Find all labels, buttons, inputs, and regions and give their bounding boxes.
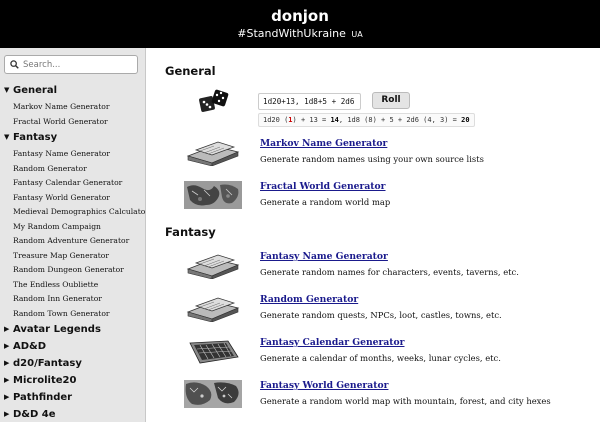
entry-fractal-world-generator: Fractal World Generator Generate a rando…: [146, 179, 600, 211]
collapsed-triangle-icon: ▶: [4, 342, 10, 350]
collapsed-triangle-icon: ▶: [4, 376, 10, 384]
roll-total-1: 14: [330, 116, 339, 124]
search-input[interactable]: [23, 57, 133, 72]
roll-result: 1d20 (1) + 13 = 14, 1d8 (8) + 5 + 2d6 (4…: [258, 113, 475, 127]
world-map-thumbnail[interactable]: [184, 181, 242, 209]
entry-markov-name-generator: Markov Name Generator Generate random na…: [146, 136, 600, 168]
sidebar-item-fantasy-name-generator[interactable]: Fantasy Name Generator: [0, 147, 145, 162]
nav-group-d20-fantasy[interactable]: ▶ d20/Fantasy: [0, 355, 145, 372]
collapsed-triangle-icon: ▶: [4, 393, 10, 401]
nav-group-general[interactable]: ▼ General: [0, 82, 145, 99]
sidebar-item-my-random-campaign[interactable]: My Random Campaign: [0, 220, 145, 235]
random-generator-description: Generate random quests, NPCs, loot, cast…: [260, 310, 502, 320]
dice-icon: [199, 89, 229, 112]
markov-name-generator-link[interactable]: Markov Name Generator: [260, 138, 387, 149]
nav-group-pathfinder[interactable]: ▶ Pathfinder: [0, 389, 145, 406]
entry-fantasy-name-generator: Fantasy Name Generator Generate random n…: [146, 249, 600, 281]
tagline-suffix: UA: [351, 30, 363, 39]
dice-expression-input[interactable]: [258, 93, 361, 110]
book-stack-thumbnail[interactable]: [184, 138, 242, 166]
fantasy-name-generator-description: Generate random names for characters, ev…: [260, 267, 519, 277]
sidebar-item-random-inn-generator[interactable]: Random Inn Generator: [0, 292, 145, 307]
world-map-thumbnail[interactable]: [184, 380, 242, 408]
sidebar-item-random-generator[interactable]: Random Generator: [0, 162, 145, 177]
collapsed-triangle-icon: ▶: [4, 410, 10, 418]
search-icon: [10, 60, 19, 69]
fractal-world-generator-description: Generate a random world map: [260, 197, 391, 207]
nav-group-dnd-4e[interactable]: ▶ D&D 4e: [0, 406, 145, 422]
markov-name-generator-description: Generate random names using your own sou…: [260, 154, 484, 164]
entry-fantasy-calendar-generator: Fantasy Calendar Generator Generate a ca…: [146, 335, 600, 367]
site-header: donjon #StandWithUkraine UA: [0, 0, 600, 48]
nav-group-microlite20[interactable]: ▶ Microlite20: [0, 372, 145, 389]
site-tagline[interactable]: #StandWithUkraine UA: [0, 27, 600, 42]
section-title-general: General: [165, 64, 216, 78]
roll-button[interactable]: Roll: [372, 92, 410, 109]
sidebar-item-markov-name-generator[interactable]: Markov Name Generator: [0, 100, 145, 115]
roll-total-2: 20: [461, 116, 470, 124]
sidebar-item-endless-oubliette[interactable]: The Endless Oubliette: [0, 278, 145, 293]
search-box[interactable]: [4, 55, 138, 74]
section-title-fantasy: Fantasy: [165, 225, 216, 239]
entry-fantasy-world-generator: Fantasy World Generator Generate a rando…: [146, 378, 600, 410]
sidebar-item-random-adventure-generator[interactable]: Random Adventure Generator: [0, 234, 145, 249]
sidebar-item-fractal-world-generator[interactable]: Fractal World Generator: [0, 115, 145, 130]
nav-group-add[interactable]: ▶ AD&D: [0, 338, 145, 355]
sidebar-item-fantasy-calendar-generator[interactable]: Fantasy Calendar Generator: [0, 176, 145, 191]
book-stack-thumbnail[interactable]: [184, 294, 242, 322]
expanded-triangle-icon: ▼: [4, 86, 10, 94]
collapsed-triangle-icon: ▶: [4, 359, 10, 367]
fantasy-calendar-generator-link[interactable]: Fantasy Calendar Generator: [260, 337, 404, 348]
fantasy-calendar-generator-description: Generate a calendar of months, weeks, lu…: [260, 353, 501, 363]
main-content: General Roll 1d20 (1) + 13 = 14, 1d8 (8)…: [146, 48, 600, 422]
expanded-triangle-icon: ▼: [4, 133, 10, 141]
sidebar-nav: ▼ General Markov Name Generator Fractal W…: [0, 82, 145, 422]
site-title[interactable]: donjon: [0, 0, 600, 25]
calendar-thumbnail[interactable]: [184, 337, 242, 365]
random-generator-link[interactable]: Random Generator: [260, 294, 358, 305]
collapsed-triangle-icon: ▶: [4, 325, 10, 333]
sidebar-item-random-town-generator[interactable]: Random Town Generator: [0, 307, 145, 322]
fantasy-world-generator-link[interactable]: Fantasy World Generator: [260, 380, 388, 391]
fractal-world-generator-link[interactable]: Fractal World Generator: [260, 181, 386, 192]
sidebar-item-random-dungeon-generator[interactable]: Random Dungeon Generator: [0, 263, 145, 278]
fantasy-name-generator-link[interactable]: Fantasy Name Generator: [260, 251, 388, 262]
sidebar-item-medieval-demographics-calculator[interactable]: Medieval Demographics Calculator: [0, 205, 145, 220]
nav-group-avatar-legends[interactable]: ▶ Avatar Legends: [0, 321, 145, 338]
sidebar: ▼General Markov Name Generator Fractal W…: [0, 48, 146, 422]
book-stack-thumbnail[interactable]: [184, 251, 242, 279]
sidebar-item-fantasy-world-generator[interactable]: Fantasy World Generator: [0, 191, 145, 206]
entry-random-generator: Random Generator Generate random quests,…: [146, 292, 600, 324]
sidebar-item-treasure-map-generator[interactable]: Treasure Map Generator: [0, 249, 145, 264]
fantasy-world-generator-description: Generate a random world map with mountai…: [260, 396, 551, 406]
tagline-text: #StandWithUkraine: [237, 27, 346, 40]
nav-group-fantasy[interactable]: ▼ Fantasy: [0, 129, 145, 146]
